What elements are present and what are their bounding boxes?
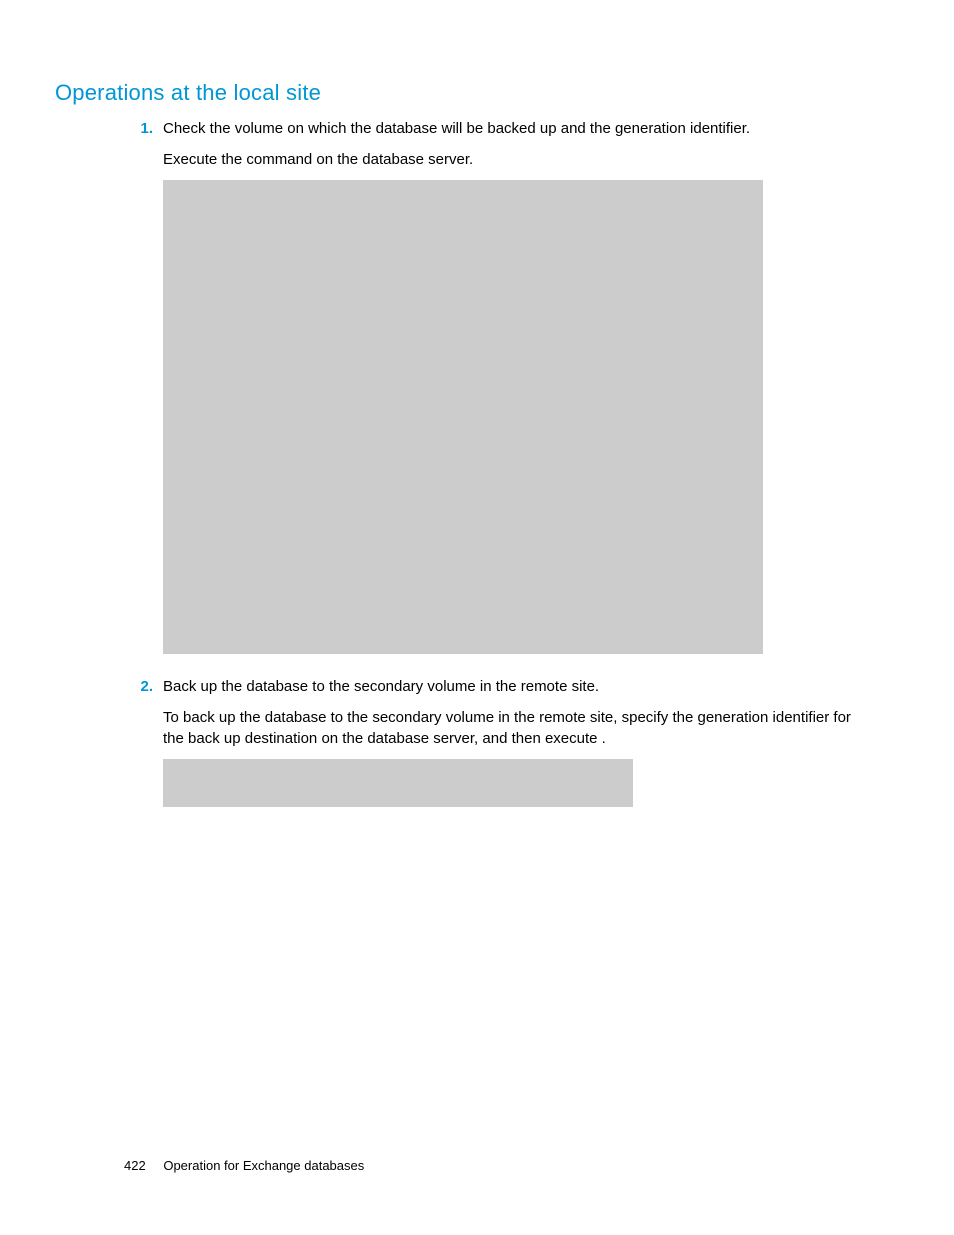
code-block [163,180,763,654]
item-text: Back up the database to the secondary vo… [163,676,854,697]
item-number: 1. [125,118,153,666]
item-body: Back up the database to the secondary vo… [163,676,854,819]
page-footer: 422 Operation for Exchange databases [124,1158,364,1173]
footer-title: Operation for Exchange databases [163,1158,364,1173]
item-body: Check the volume on which the database w… [163,118,854,666]
list-item-2: 2. Back up the database to the secondary… [125,676,854,819]
item-text: To back up the database to the secondary… [163,707,854,749]
text-fragment: on the database server, and then execute [321,730,601,747]
item-text: Execute the command on the database serv… [163,149,854,170]
item-number: 2. [125,676,153,819]
item-text: Check the volume on which the database w… [163,118,854,139]
text-fragment: . [602,730,606,747]
text-fragment: command on the database server. [246,151,473,168]
page-number: 422 [124,1158,146,1173]
list-item-1: 1. Check the volume on which the databas… [125,118,854,666]
section-heading: Operations at the local site [55,80,894,106]
code-block [163,759,633,807]
document-page: Operations at the local site 1. Check th… [0,0,954,1235]
text-fragment: Execute the [163,151,246,168]
ordered-list: 1. Check the volume on which the databas… [125,118,854,819]
